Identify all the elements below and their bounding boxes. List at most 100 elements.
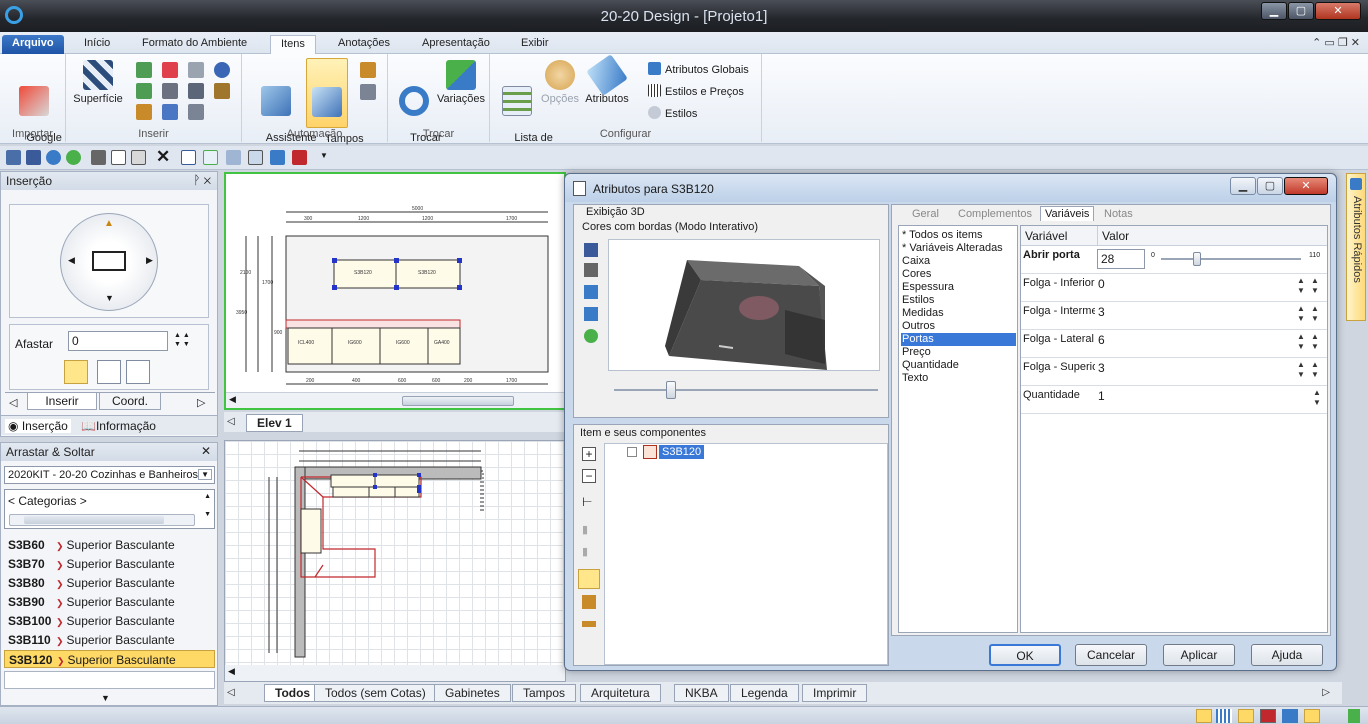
- category-caixa[interactable]: Caixa: [901, 255, 1016, 268]
- undo-icon[interactable]: [46, 150, 61, 165]
- box-3d-icon[interactable]: [578, 569, 600, 589]
- redo-icon[interactable]: [66, 150, 81, 165]
- status-icon-6[interactable]: [1304, 709, 1320, 723]
- print-3d-icon[interactable]: [584, 263, 598, 277]
- apply-button[interactable]: Aplicar: [1163, 644, 1235, 666]
- resize-icon[interactable]: [226, 150, 241, 165]
- monitor-export-icon[interactable]: [584, 307, 598, 321]
- help-button[interactable]: Ajuda: [1251, 644, 1323, 666]
- tab-itens[interactable]: Itens: [270, 35, 316, 54]
- status-flag-icon[interactable]: [1348, 709, 1360, 723]
- tab-gabinetes[interactable]: Gabinetes: [434, 684, 511, 702]
- ok-button[interactable]: OK: [989, 644, 1061, 666]
- corner-icon[interactable]: [136, 62, 152, 78]
- monitor-icon[interactable]: [584, 285, 598, 299]
- properties-icon[interactable]: [181, 150, 196, 165]
- plan-hscroll[interactable]: ◀: [225, 665, 565, 681]
- collapse-icon[interactable]: −: [582, 469, 596, 483]
- component-tree[interactable]: S3B120: [604, 443, 888, 665]
- flag-icon[interactable]: [360, 84, 376, 100]
- zoom-icon[interactable]: [248, 150, 263, 165]
- tree-expander[interactable]: [627, 447, 637, 457]
- tab-legenda[interactable]: Legenda: [730, 684, 799, 702]
- scissors-icon[interactable]: [162, 62, 178, 78]
- view-tabs-right-arrow[interactable]: ▷: [1322, 687, 1330, 698]
- category-alteradas[interactable]: * Variáveis Alteradas: [901, 242, 1016, 255]
- panel-icon[interactable]: [582, 621, 596, 627]
- view-tabs-left-arrow[interactable]: ◁: [227, 687, 235, 698]
- cabinet-icon[interactable]: [162, 83, 178, 99]
- tab-elev-1[interactable]: Elev 1: [246, 414, 303, 432]
- zoom-slider-thumb[interactable]: [666, 381, 676, 399]
- var-value[interactable]: 0: [1098, 277, 1105, 291]
- qat-dropdown-icon[interactable]: ▼: [320, 151, 328, 160]
- tab-formato-ambiente[interactable]: Formato do Ambiente: [132, 35, 257, 54]
- nav-right-icon[interactable]: ▶: [146, 255, 153, 266]
- view-icon[interactable]: [203, 150, 218, 165]
- category-cores[interactable]: Cores: [901, 268, 1016, 281]
- grid-icon[interactable]: [188, 104, 204, 120]
- var-spinner[interactable]: ▲ ▲ ▼ ▼: [1291, 276, 1325, 298]
- list-item[interactable]: S3B100 ❯ Superior Basculante: [4, 612, 215, 630]
- cancel-button[interactable]: Cancelar: [1075, 644, 1147, 666]
- tab-todos[interactable]: Todos: [264, 684, 322, 702]
- faucet-icon[interactable]: [162, 104, 178, 120]
- superficie-button[interactable]: Superfície: [72, 60, 124, 106]
- tab-coord[interactable]: Coord.: [99, 393, 161, 410]
- list-item[interactable]: S3B110 ❯ Superior Basculante: [4, 631, 215, 649]
- remove-component-icon[interactable]: ▮: [582, 545, 596, 559]
- tab-tampos[interactable]: Tampos: [512, 684, 577, 702]
- cart-icon[interactable]: [188, 83, 204, 99]
- opcoes-button[interactable]: Opções: [540, 60, 580, 106]
- var-value[interactable]: 3: [1098, 305, 1105, 319]
- atributos-globais-button[interactable]: Atributos Globais: [648, 62, 749, 76]
- tab-geral[interactable]: Geral: [912, 208, 939, 220]
- cut-icon[interactable]: [91, 150, 106, 165]
- nav-up-icon[interactable]: ▲: [104, 218, 114, 229]
- tampos-perfis-button[interactable]: Tampos e Perfis: [306, 58, 364, 158]
- tab-notas[interactable]: Notas: [1104, 208, 1133, 220]
- toolbox-icon[interactable]: [292, 150, 307, 165]
- delete-icon[interactable]: ✕: [156, 148, 171, 165]
- close-button[interactable]: ✕: [1315, 2, 1361, 20]
- tab-variaveis[interactable]: Variáveis: [1040, 206, 1095, 221]
- subtab-right-arrow[interactable]: ▷: [197, 396, 205, 409]
- save-3d-icon[interactable]: [584, 243, 598, 257]
- tab-arquivo[interactable]: Arquivo: [2, 35, 64, 54]
- door-icon[interactable]: [136, 104, 152, 120]
- abrir-porta-slider[interactable]: [1161, 258, 1301, 260]
- countertop-icon[interactable]: [582, 595, 596, 609]
- categories-scroll[interactable]: ▲ ▼: [204, 492, 211, 519]
- var-spinner[interactable]: ▲ ▲ ▼ ▼: [1291, 360, 1325, 382]
- tab-apresentacao[interactable]: Apresentação: [412, 35, 500, 54]
- var-value[interactable]: 1: [1098, 389, 1105, 403]
- category-espessura[interactable]: Espessura: [901, 281, 1016, 294]
- insert-right-icon[interactable]: [97, 360, 121, 384]
- tree-icon[interactable]: ⊢: [582, 495, 596, 509]
- cube-icon[interactable]: [270, 150, 285, 165]
- afastar-input[interactable]: 0: [68, 331, 168, 351]
- elevation-hscroll[interactable]: ◀: [226, 392, 564, 408]
- category-todos[interactable]: * Todos os items: [901, 229, 1016, 242]
- list-item[interactable]: S3B90 ❯ Superior Basculante: [4, 593, 215, 611]
- box-icon[interactable]: [360, 62, 376, 78]
- categories-box[interactable]: < Categorias > ▲ ▼: [4, 489, 215, 529]
- variacoes-button[interactable]: Variações: [436, 60, 486, 106]
- nav-center-icon[interactable]: [92, 251, 126, 271]
- abrir-porta-slider-thumb[interactable]: [1192, 252, 1201, 266]
- insert-left-icon[interactable]: [64, 360, 88, 384]
- minimize-button[interactable]: ▁: [1261, 2, 1287, 20]
- tab-inserir[interactable]: Inserir: [27, 393, 97, 410]
- estilos-button[interactable]: Estilos: [648, 106, 697, 120]
- tab-complementos[interactable]: Complementos: [958, 208, 1032, 220]
- maximize-button[interactable]: ▢: [1288, 2, 1314, 20]
- zoom-slider[interactable]: [614, 389, 878, 391]
- add-component-icon[interactable]: ▮: [582, 523, 596, 537]
- wall-icon[interactable]: [136, 83, 152, 99]
- nav-left-icon[interactable]: ◀: [68, 255, 75, 266]
- abrir-porta-input[interactable]: 28: [1097, 249, 1145, 269]
- tab-informacao-bottom[interactable]: 📖Informação: [81, 419, 156, 433]
- status-grid-icon[interactable]: [1216, 709, 1232, 723]
- tab-anotacoes[interactable]: Anotações: [328, 35, 400, 54]
- plan-view[interactable]: ◀: [224, 440, 566, 682]
